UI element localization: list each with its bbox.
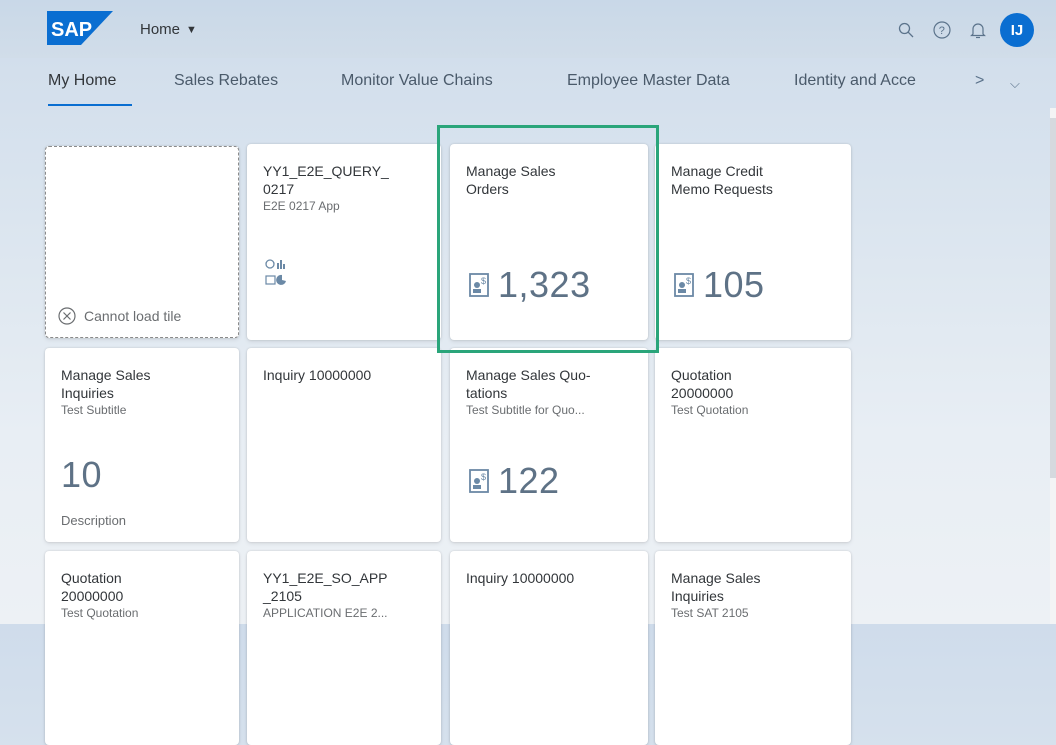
tab-my-home[interactable]: My Home bbox=[48, 72, 116, 90]
sales-order-icon: $ bbox=[469, 273, 489, 297]
tile-subtitle: Test Subtitle for Quo... bbox=[466, 403, 585, 417]
svg-text:$: $ bbox=[686, 276, 692, 286]
tile-error-message: Cannot load tile bbox=[58, 307, 181, 325]
tile-subtitle: Test Subtitle bbox=[61, 403, 127, 417]
tile-subtitle: Test SAT 2105 bbox=[671, 606, 749, 620]
tab-scroll-right-icon[interactable]: > bbox=[975, 72, 984, 90]
tile-title: Inquiry 10000000 bbox=[263, 367, 372, 383]
tile-title: YY1_E2E_QUERY_ 0217 bbox=[263, 163, 389, 197]
tile-yy1-e2e-so-app-2105[interactable]: YY1_E2E_SO_APP _2105 APPLICATION E2E 2... bbox=[247, 551, 441, 745]
caret-down-icon: ▼ bbox=[186, 23, 197, 36]
tab-bar: My Home Sales Rebates Monitor Value Chai… bbox=[0, 58, 1056, 108]
tile-manage-sales-quotations[interactable]: Manage Sales Quo-tations Test Subtitle f… bbox=[450, 348, 648, 542]
tile-title: Inquiry 10000000 bbox=[466, 570, 575, 586]
tab-sales-rebates[interactable]: Sales Rebates bbox=[174, 72, 278, 90]
tile-manage-sales-inquiries[interactable]: Manage Sales Inquiries Test Subtitle 10 D… bbox=[45, 348, 239, 542]
tile-cannot-load[interactable]: Cannot load tile bbox=[45, 146, 239, 338]
tile-manage-sales-orders[interactable]: Manage Sales Orders $ 1,323 bbox=[450, 144, 648, 340]
tab-overflow-menu-icon[interactable]: ⌵ bbox=[1010, 76, 1020, 92]
tile-title: Manage Sales Inquiries bbox=[61, 367, 151, 401]
tile-kpi: $ 122 bbox=[468, 460, 560, 502]
tile-subtitle: Test Quotation bbox=[61, 606, 139, 620]
sap-logo[interactable]: SAP bbox=[47, 11, 113, 45]
error-circle-icon bbox=[58, 307, 76, 325]
scrollbar-thumb[interactable] bbox=[1050, 118, 1056, 478]
tab-employee-master-data[interactable]: Employee Master Data bbox=[567, 72, 730, 90]
tile-quotation-20000000[interactable]: Quotation 20000000 Test Quotation bbox=[655, 348, 851, 542]
tab-monitor-value-chains[interactable]: Monitor Value Chains bbox=[341, 72, 493, 90]
shell-actions: ? IJ bbox=[888, 12, 1034, 48]
notifications-icon[interactable] bbox=[960, 12, 996, 48]
home-menu-button[interactable]: Home ▼ bbox=[140, 21, 197, 38]
tile-subtitle: Test Quotation bbox=[671, 403, 749, 417]
tile-title: Manage Sales Inquiries bbox=[671, 570, 761, 604]
tile-quotation-20000000-b[interactable]: Quotation 20000000 Test Quotation bbox=[45, 551, 239, 745]
tile-kpi: $ 105 bbox=[673, 264, 765, 306]
svg-text:SAP: SAP bbox=[51, 19, 92, 41]
tab-identity-access[interactable]: Identity and Acce bbox=[794, 72, 916, 90]
tile-yy1-e2e-query-0217[interactable]: YY1_E2E_QUERY_ 0217 E2E 0217 App bbox=[247, 144, 441, 340]
analytics-app-icon bbox=[265, 259, 286, 285]
tile-subtitle: APPLICATION E2E 2... bbox=[263, 606, 388, 620]
tile-title: Manage Sales Orders bbox=[466, 163, 556, 197]
tile-inquiry-10000000[interactable]: Inquiry 10000000 bbox=[247, 348, 441, 542]
credit-memo-icon: $ bbox=[674, 273, 694, 297]
active-tab-indicator bbox=[48, 104, 132, 106]
search-icon[interactable] bbox=[888, 12, 924, 48]
tile-subtitle: E2E 0217 App bbox=[263, 199, 340, 213]
sales-quotation-icon: $ bbox=[469, 469, 489, 493]
tile-title: Manage Sales Quo-tations bbox=[466, 367, 591, 401]
help-icon[interactable]: ? bbox=[924, 12, 960, 48]
home-label: Home bbox=[140, 21, 181, 38]
tile-footer: Description bbox=[61, 513, 127, 528]
tile-title: Quotation 20000000 bbox=[61, 570, 124, 604]
svg-text:?: ? bbox=[939, 25, 945, 37]
tile-title: YY1_E2E_SO_APP _2105 bbox=[263, 570, 388, 604]
tile-kpi: 10 bbox=[61, 454, 103, 495]
tile-kpi: $ 1,323 bbox=[468, 264, 591, 306]
tile-manage-credit-memo-requests[interactable]: Manage Credit Memo Requests $ 105 bbox=[655, 144, 851, 340]
tile-title: Quotation 20000000 bbox=[671, 367, 734, 401]
svg-text:$: $ bbox=[481, 276, 487, 286]
tile-title: Manage Credit Memo Requests bbox=[671, 163, 773, 197]
tile-inquiry-10000000-b[interactable]: Inquiry 10000000 bbox=[450, 551, 648, 745]
svg-text:$: $ bbox=[481, 472, 487, 482]
user-avatar[interactable]: IJ bbox=[1000, 13, 1034, 47]
tile-manage-sales-inquiries-b[interactable]: Manage Sales Inquiries Test SAT 2105 bbox=[655, 551, 851, 745]
tile-error-text: Cannot load tile bbox=[84, 308, 182, 324]
shell-bar: SAP Home ▼ ? IJ bbox=[0, 0, 1056, 58]
